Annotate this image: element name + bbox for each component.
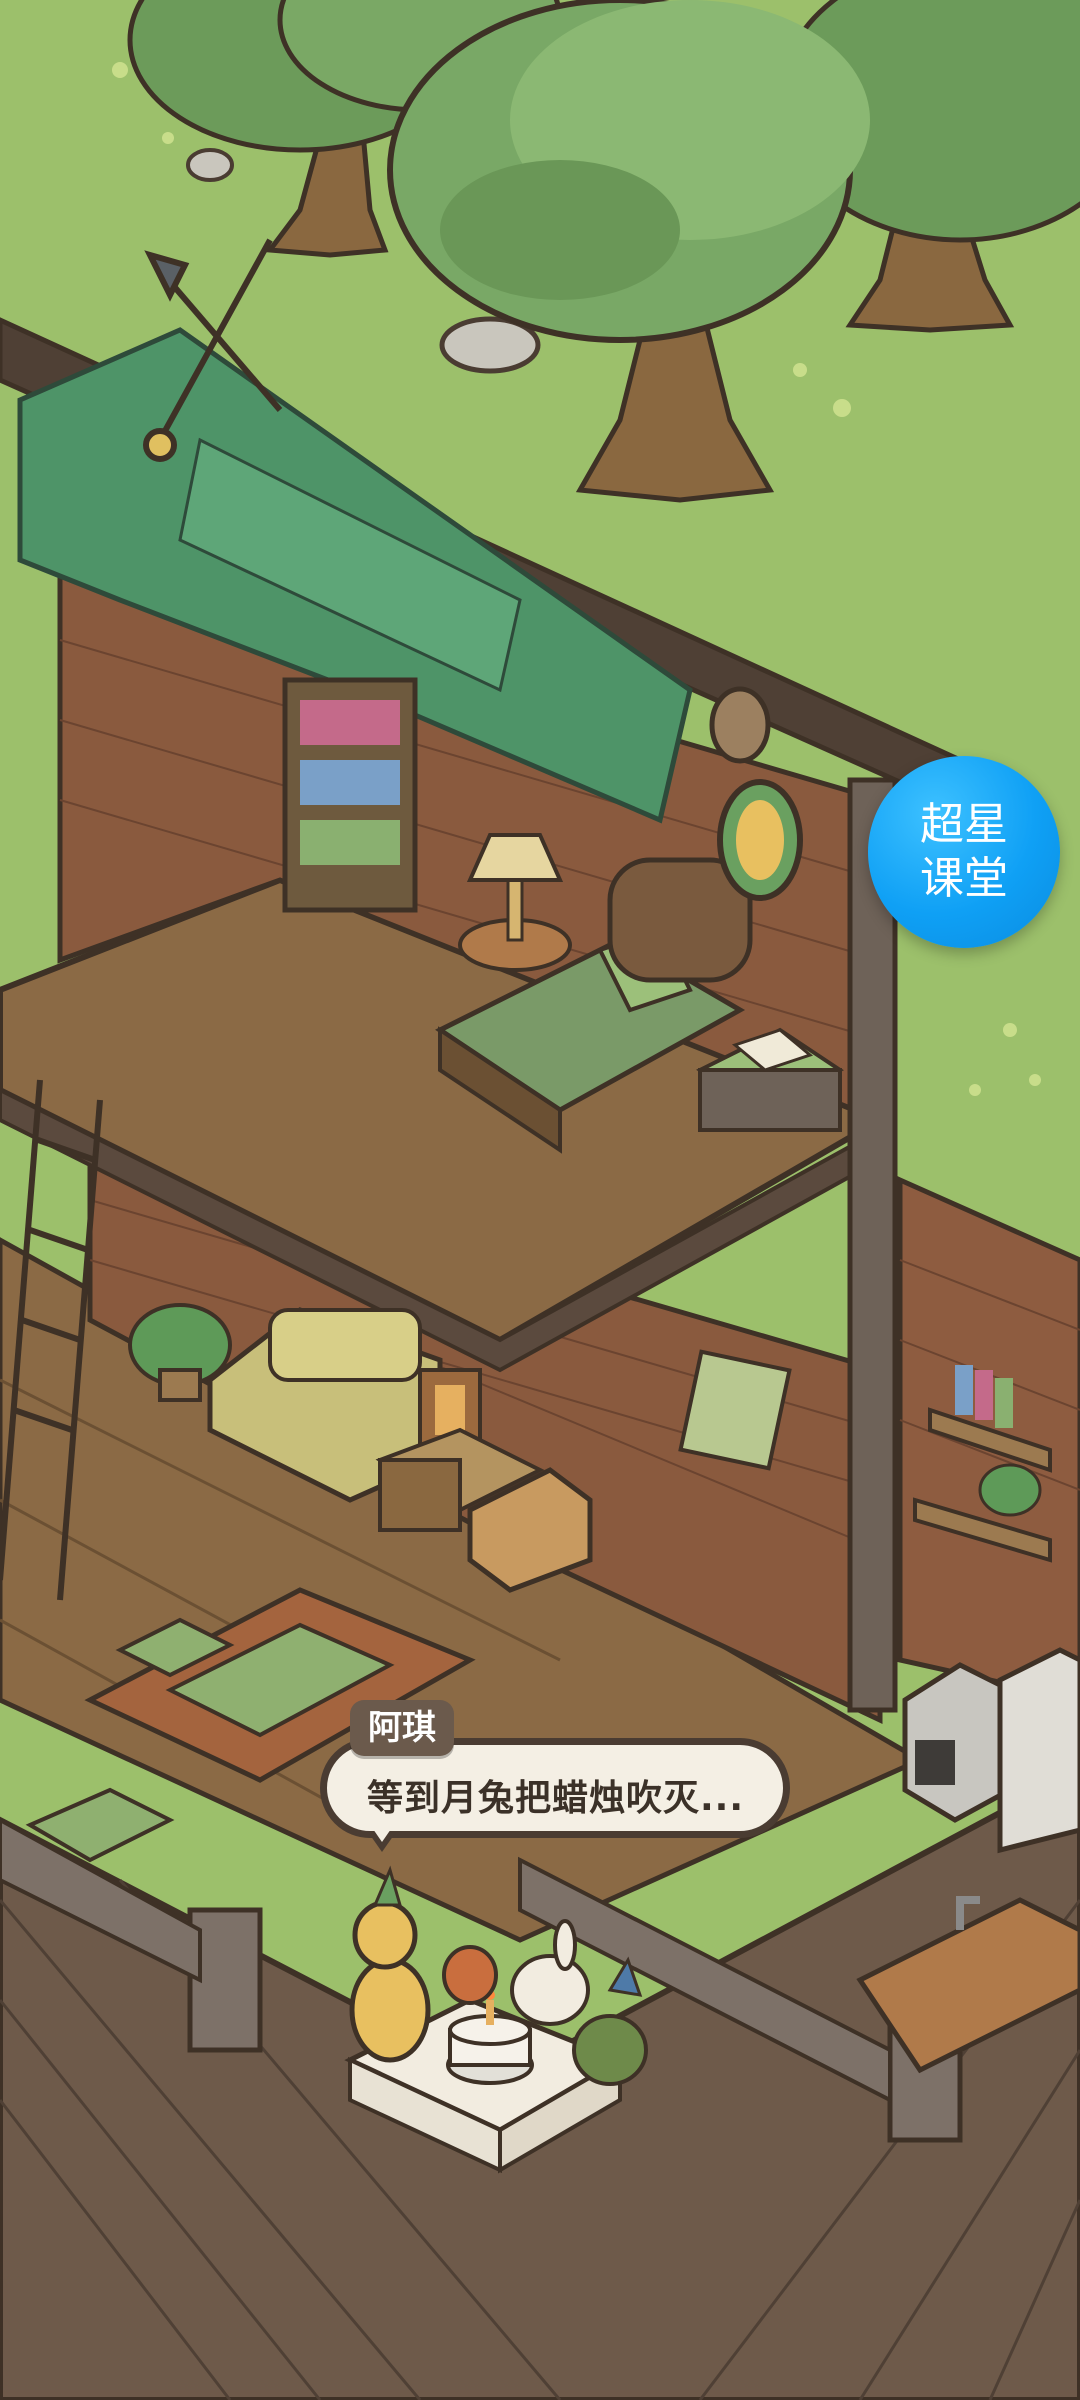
dialogue-text: 等到月兔把蜡烛吹灭... bbox=[367, 1778, 745, 1819]
wall-map[interactable] bbox=[678, 1349, 792, 1471]
portrait-frame[interactable] bbox=[717, 779, 803, 901]
roof-log-end bbox=[709, 686, 771, 764]
speaker-name: 阿琪 bbox=[350, 1700, 454, 1756]
button-label-line2: 课堂 bbox=[920, 853, 1008, 904]
bookshelf[interactable] bbox=[282, 677, 418, 913]
post bbox=[847, 777, 898, 1713]
game-scene[interactable] bbox=[0, 0, 1080, 2400]
stove[interactable] bbox=[902, 1662, 1013, 1823]
dialogue-bubble[interactable]: 等到月兔把蜡烛吹灭... 阿琪 bbox=[320, 1700, 810, 1860]
button-label-line1: 超星 bbox=[920, 799, 1008, 850]
chaoxing-classroom-button[interactable]: 超星 课堂 bbox=[868, 756, 1060, 948]
fridge[interactable] bbox=[997, 1647, 1080, 1854]
rock bbox=[186, 148, 234, 182]
dialogue-tail-fill bbox=[373, 1829, 391, 1842]
fox-character[interactable] bbox=[442, 1945, 498, 2005]
